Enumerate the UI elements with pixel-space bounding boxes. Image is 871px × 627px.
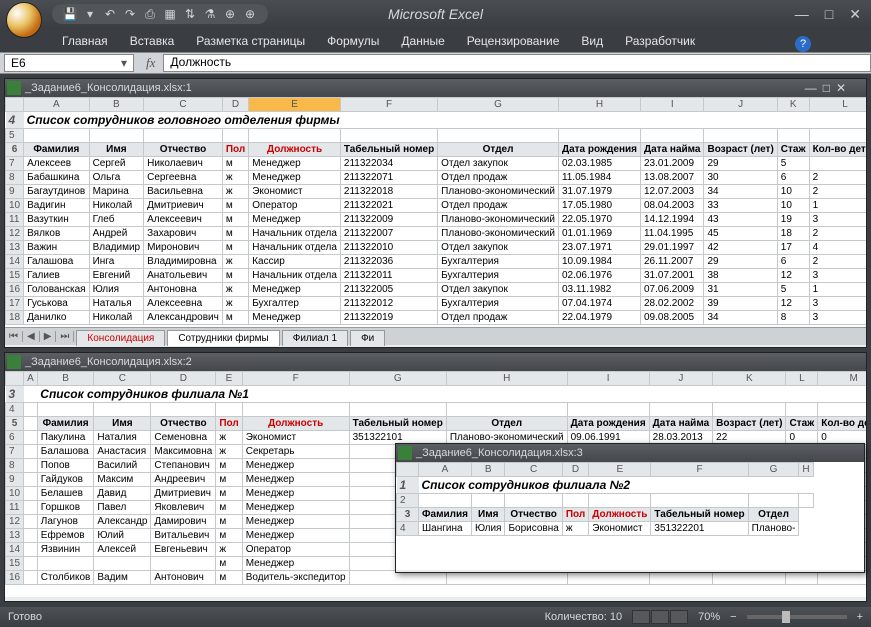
nav-next[interactable]: ▶	[40, 331, 57, 342]
child-max[interactable]: □	[823, 81, 830, 95]
status-count: Количество: 10	[545, 611, 622, 623]
excel-doc-icon	[7, 81, 21, 95]
web-icon[interactable]: ⊕	[222, 6, 238, 22]
workbook-window-3: _Задание6_Консолидация.xlsx:3 ABCDEFGH1С…	[395, 443, 865, 573]
document-area: _Задание6_Консолидация.xlsx:1 — □ ✕ ABCDEF…	[0, 74, 871, 607]
table-row[interactable]: 11ВазуткинГлебАлексеевичмМенеджер2113220…	[6, 213, 867, 227]
tab-developer[interactable]: Разработчик	[623, 30, 697, 52]
child-min[interactable]: —	[805, 81, 817, 95]
child-title-text: _Задание6_Консолидация.xlsx:3	[416, 447, 583, 459]
formula-value: Должность	[170, 55, 231, 69]
child-title-2[interactable]: _Задание6_Консолидация.xlsx:2	[5, 353, 866, 371]
share-icon[interactable]: ⊕	[242, 6, 258, 22]
table-row[interactable]: 16ГолованскаяЮлияАнтоновнажМенеджер21132…	[6, 283, 867, 297]
table-row[interactable]: 12ВялковАндрейЗахаровичмНачальник отдела…	[6, 227, 867, 241]
nav-last[interactable]: ⏭	[56, 331, 74, 342]
name-box-value: E6	[11, 56, 26, 70]
help-icon[interactable]: ?	[795, 36, 811, 52]
new-icon[interactable]: ▾	[82, 6, 98, 22]
table-row[interactable]: 10ВадигинНиколайДмитриевичмОператор21132…	[6, 199, 867, 213]
table-row[interactable]: 4ШангинаЮлияБорисовнажЭкономист351322201…	[397, 522, 814, 536]
child-title-3[interactable]: _Задание6_Консолидация.xlsx:3	[396, 444, 864, 462]
tab-formulas[interactable]: Формулы	[325, 30, 381, 52]
table-row[interactable]: 18ДанилкоНиколайАлександровичмМенеджер21…	[6, 311, 867, 325]
sheet-tab-branch1[interactable]: Филиал 1	[282, 330, 348, 346]
view-buttons	[632, 610, 688, 624]
table-row[interactable]: 14ГалашоваИнгаВладимировнажКассир2113220…	[6, 255, 867, 269]
tab-insert[interactable]: Вставка	[128, 30, 177, 52]
office-button[interactable]	[6, 2, 42, 38]
table-row[interactable]: 7АлексеевСергейНиколаевичмМенеджер211322…	[6, 157, 867, 171]
sheet-tab-bar-1: ⏮◀▶⏭ Консолидация Сотрудники фирмы Филиа…	[5, 327, 866, 345]
tab-home[interactable]: Главная	[60, 30, 110, 52]
tab-view[interactable]: Вид	[579, 30, 605, 52]
tab-page-layout[interactable]: Разметка страницы	[194, 30, 307, 52]
tab-data[interactable]: Данные	[399, 30, 446, 52]
sheet-grid-1[interactable]: ABCDEFGHIJKLMN4Список сотрудников головн…	[5, 97, 866, 327]
zoom-level: 70%	[698, 611, 720, 623]
workbook-window-1: _Задание6_Консолидация.xlsx:1 — □ ✕ ABCDEF…	[4, 78, 867, 348]
sheet-tab-employees[interactable]: Сотрудники фирмы	[167, 330, 279, 346]
status-ready: Готово	[8, 611, 42, 623]
redo-icon[interactable]: ↷	[122, 6, 138, 22]
quick-access-toolbar: 💾 ▾ ↶ ↷ ⎙ ▦ ⇅ ⚗ ⊕ ⊕	[52, 4, 268, 24]
minimize-button[interactable]: —	[791, 6, 813, 23]
excel-doc-icon	[7, 355, 21, 369]
close-button[interactable]: ✕	[845, 6, 865, 23]
name-box[interactable]: E6 ▾	[4, 54, 134, 72]
zoom-slider[interactable]	[747, 615, 847, 619]
child-title-1[interactable]: _Задание6_Консолидация.xlsx:1 — □ ✕	[5, 79, 866, 97]
nav-prev[interactable]: ◀	[23, 331, 40, 342]
formula-input[interactable]: Должность	[163, 54, 871, 72]
window-controls: — □ ✕	[791, 6, 865, 23]
maximize-button[interactable]: □	[821, 6, 837, 23]
sheet-grid-3[interactable]: ABCDEFGH1Список сотрудников филиала №223…	[396, 462, 864, 570]
table-row[interactable]: 9БагаутдиновМаринаВасильевнажЭкономист21…	[6, 185, 867, 199]
table-row[interactable]: 15ГалиевЕвгенийАнатольевичмНачальник отд…	[6, 269, 867, 283]
status-bar: Готово Количество: 10 70% − +	[0, 607, 871, 627]
view-page-break[interactable]	[670, 610, 688, 624]
tab-review[interactable]: Рецензирование	[465, 30, 562, 52]
undo-icon[interactable]: ↶	[102, 6, 118, 22]
app-title: Microsoft Excel	[388, 6, 483, 22]
formula-bar: E6 ▾ fx Должность	[0, 52, 871, 74]
table-row[interactable]: 13ВажинВладимирМироновичмНачальник отдел…	[6, 241, 867, 255]
nav-first[interactable]: ⏮	[5, 331, 23, 342]
sheet-tab-more[interactable]: Фи	[350, 330, 385, 346]
child-close[interactable]: ✕	[836, 81, 846, 95]
sheet-tab-consolidation[interactable]: Консолидация	[76, 330, 165, 346]
table-row[interactable]: 17ГуськоваНатальяАлексеевнажБухгалтер211…	[6, 297, 867, 311]
child-title-text: _Задание6_Консолидация.xlsx:2	[25, 356, 192, 368]
save-icon[interactable]: 💾	[62, 6, 78, 22]
view-normal[interactable]	[632, 610, 650, 624]
titlebar: 💾 ▾ ↶ ↷ ⎙ ▦ ⇅ ⚗ ⊕ ⊕ Microsoft Excel — □ …	[0, 0, 871, 28]
child-title-text: _Задание6_Консолидация.xlsx:1	[25, 82, 192, 94]
preview-icon[interactable]: ▦	[162, 6, 178, 22]
table-row[interactable]: 8БабашкинаОльгаСергеевнажМенеджер2113220…	[6, 171, 867, 185]
fx-icon[interactable]: fx	[138, 55, 163, 71]
zoom-out-button[interactable]: −	[730, 611, 736, 623]
ribbon-tabs: Главная Вставка Разметка страницы Формул…	[0, 28, 871, 52]
excel-doc-icon	[398, 446, 412, 460]
zoom-in-button[interactable]: +	[857, 611, 863, 623]
filter-icon[interactable]: ⚗	[202, 6, 218, 22]
print-icon[interactable]: ⎙	[142, 6, 158, 22]
chevron-down-icon[interactable]: ▾	[121, 56, 127, 70]
view-page-layout[interactable]	[651, 610, 669, 624]
sort-icon[interactable]: ⇅	[182, 6, 198, 22]
